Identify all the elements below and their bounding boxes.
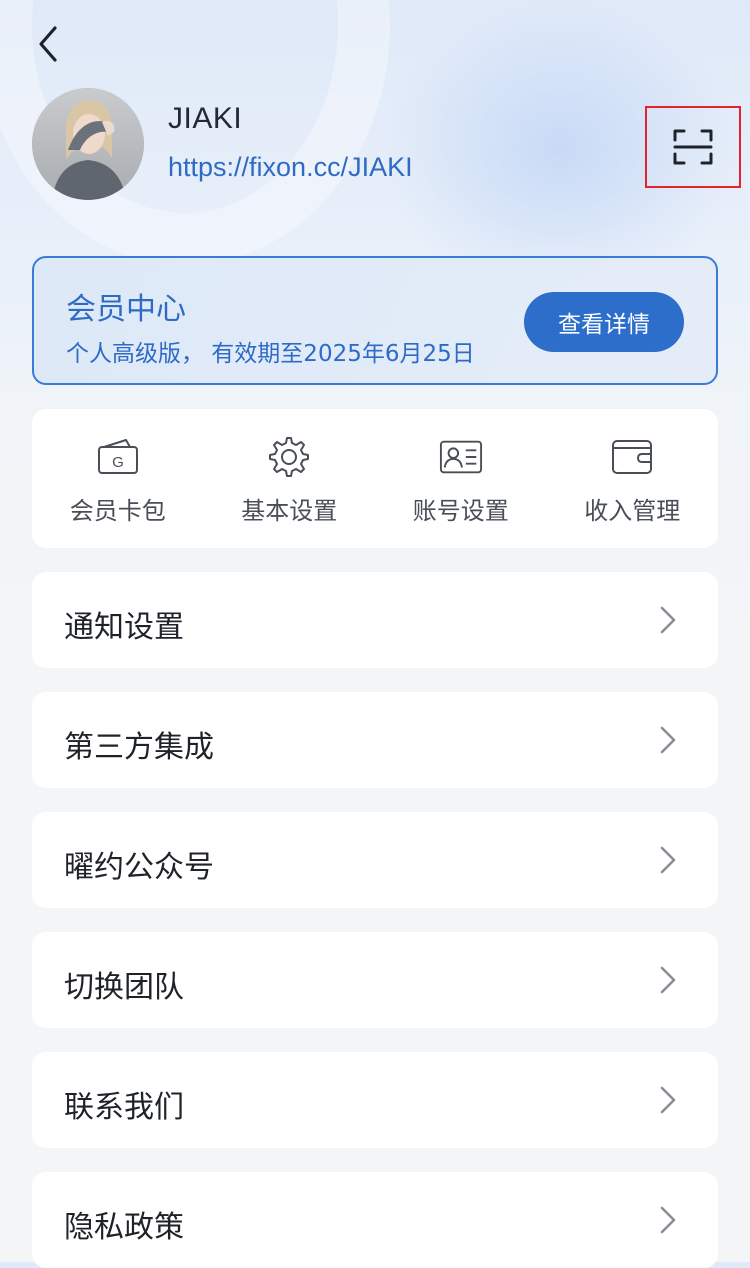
chevron-right-icon — [660, 606, 676, 634]
shortcut-basic-settings[interactable]: 基本设置 — [204, 409, 376, 548]
gear-icon — [269, 437, 310, 477]
menu-item-label: 通知设置 — [64, 610, 184, 645]
menu-item-contact-us[interactable]: 联系我们 — [32, 1052, 718, 1148]
user-name: JIAKI — [168, 102, 243, 135]
avatar-image — [32, 88, 144, 200]
menu-item-label: 联系我们 — [64, 1090, 184, 1125]
membership-subtitle: 个人高级版， 有效期至2025年6月25日 — [66, 341, 475, 367]
chevron-left-icon — [39, 26, 57, 62]
id-card-icon — [439, 440, 482, 474]
chevron-right-icon — [660, 846, 676, 874]
wallet-icon — [612, 440, 653, 474]
shortcut-label: 基本设置 — [241, 497, 338, 525]
membership-card: 会员中心 个人高级版， 有效期至2025年6月25日 查看详情 — [32, 256, 718, 385]
menu-item-label: 曜约公众号 — [64, 850, 214, 885]
menu-item-label: 隐私政策 — [64, 1210, 184, 1245]
shortcut-member-card-wallet[interactable]: G 会员卡包 — [32, 409, 204, 548]
chevron-right-icon — [660, 1086, 676, 1114]
menu-item-switch-team[interactable]: 切换团队 — [32, 932, 718, 1028]
view-details-button[interactable]: 查看详情 — [524, 292, 684, 352]
shortcut-account-settings[interactable]: 账号设置 — [375, 409, 547, 548]
svg-text:G: G — [112, 454, 124, 471]
membership-title: 会员中心 — [66, 292, 186, 327]
menu-item-privacy-policy[interactable]: 隐私政策 — [32, 1172, 718, 1268]
chevron-right-icon — [660, 726, 676, 754]
scan-button[interactable] — [645, 106, 741, 188]
menu-item-label: 切换团队 — [64, 970, 184, 1005]
shortcut-panel: G 会员卡包 基本设置 账号设置 收入管理 — [32, 409, 718, 548]
avatar[interactable] — [32, 88, 144, 200]
menu-item-notification-settings[interactable]: 通知设置 — [32, 572, 718, 668]
back-button[interactable] — [30, 22, 66, 66]
shortcut-label: 会员卡包 — [69, 497, 166, 525]
shortcut-income-management[interactable]: 收入管理 — [547, 409, 719, 548]
shortcut-label: 收入管理 — [584, 497, 681, 525]
member-card-icon: G — [97, 439, 138, 474]
menu-item-official-account[interactable]: 曜约公众号 — [32, 812, 718, 908]
shortcut-label: 账号设置 — [412, 497, 509, 525]
chevron-right-icon — [660, 1206, 676, 1234]
user-profile-link[interactable]: https://fixon.cc/JIAKI — [168, 152, 413, 183]
chevron-right-icon — [660, 966, 676, 994]
menu-item-label: 第三方集成 — [64, 730, 214, 765]
menu-item-third-party-integration[interactable]: 第三方集成 — [32, 692, 718, 788]
scan-icon — [673, 129, 713, 165]
